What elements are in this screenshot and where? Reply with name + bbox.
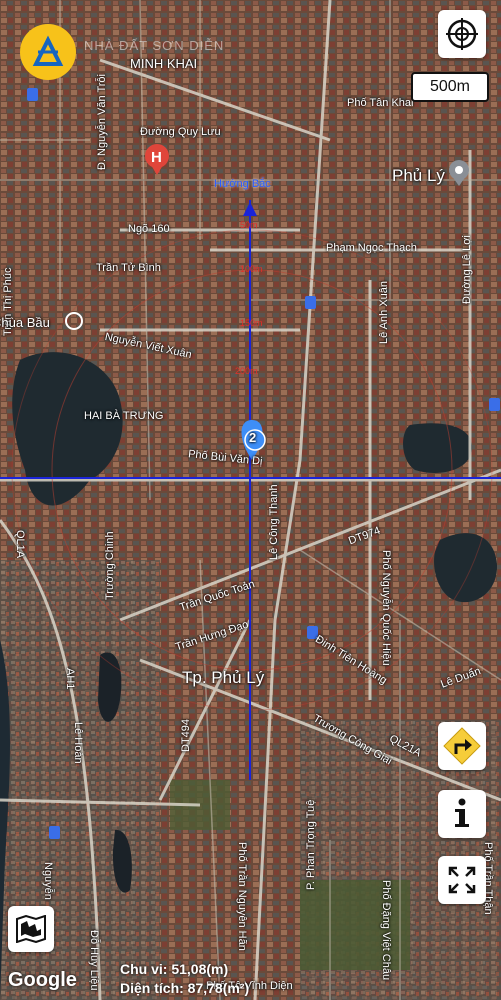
crosshair-icon <box>446 18 478 50</box>
label-le-cong-thanh: Lê Công Thanh <box>268 484 280 560</box>
turn-right-icon <box>443 727 481 765</box>
label-le-hoan: Lê Hoàn <box>72 722 84 764</box>
locate-button[interactable] <box>438 10 486 58</box>
fullscreen-button[interactable] <box>438 856 486 904</box>
label-dt494: DT494 <box>180 718 192 752</box>
label-le-anh-xuan: Lê Anh Xuân <box>378 280 390 344</box>
svg-text:50m: 50m <box>240 220 258 230</box>
label-duong-quy-luu: Đường Quy Lưu <box>140 126 221 138</box>
label-do-huy-lieu: Đỗ Huy Liệu <box>88 930 100 991</box>
fullscreen-icon <box>448 866 476 894</box>
label-pho-tran-nguyen-han: Phố Trần Nguyên Hãn <box>236 842 248 951</box>
svg-text:100m: 100m <box>240 264 263 274</box>
perimeter-text: Chu vi: 51,08(m) <box>120 961 229 977</box>
label-tp-phu-ly: Tp. Phủ Lý <box>182 668 265 687</box>
label-ql1a: QL1A <box>14 530 26 559</box>
scale-indicator: 500m <box>411 72 489 102</box>
label-pho-dang-viet-chau: Phố Đặng Việt Châu <box>380 880 392 981</box>
info-button[interactable] <box>438 790 486 838</box>
label-ah1: AH1 <box>64 668 76 690</box>
svg-text:200m: 200m <box>235 366 258 376</box>
svg-text:150m: 150m <box>240 318 263 328</box>
satellite-map[interactable]: 50m 100m 150m 200m 1 H <box>0 0 501 1000</box>
google-attribution: Google <box>8 969 77 991</box>
map-type-button[interactable] <box>8 906 54 952</box>
label-pham-ngoc-thach: Phạm Ngọc Thạch <box>326 242 417 254</box>
info-icon <box>455 798 469 827</box>
watermark: NHÀ ĐẤT SƠN DIỄN <box>84 38 225 53</box>
area-text: Diện tích: 87,78(m²) <box>120 980 250 996</box>
label-pho-tan-khai: Phố Tân Khai <box>347 97 414 109</box>
label-huong-bac: Hướng Bắc <box>214 178 271 190</box>
label-nguyen-van-troi: Đ. Nguyễn Văn Trỗi <box>96 74 108 170</box>
label-nguyen: Nguyễn <box>42 862 54 900</box>
label-truong-chinh: Trường Chinh <box>104 531 116 600</box>
marker-number: 2 <box>249 430 257 445</box>
map-icon <box>16 915 46 943</box>
label-phu-ly-top: Phủ Lý <box>392 166 445 185</box>
label-p-phan-trong-tue: P. Phan Trọng Tuệ <box>305 799 317 890</box>
brand-logo <box>20 24 76 80</box>
label-tran-tu-binh: Trần Tử Bình <box>96 262 161 274</box>
svg-text:H: H <box>151 149 162 166</box>
label-ngo-160: Ngõ 160 <box>128 223 170 235</box>
directions-button[interactable] <box>438 722 486 770</box>
label-pho-nguyen-quoc-hieu: Phố Nguyễn Quốc Hiệu <box>380 550 392 666</box>
label-hai-ba-trung: HAI BÀ TRƯNG <box>84 410 164 422</box>
label-le-loi: Đường Lê Lợi <box>461 235 473 304</box>
label-chua-bau: Chùa Bầu <box>0 315 50 330</box>
label-minh-khai: MINH KHAI <box>130 56 198 71</box>
